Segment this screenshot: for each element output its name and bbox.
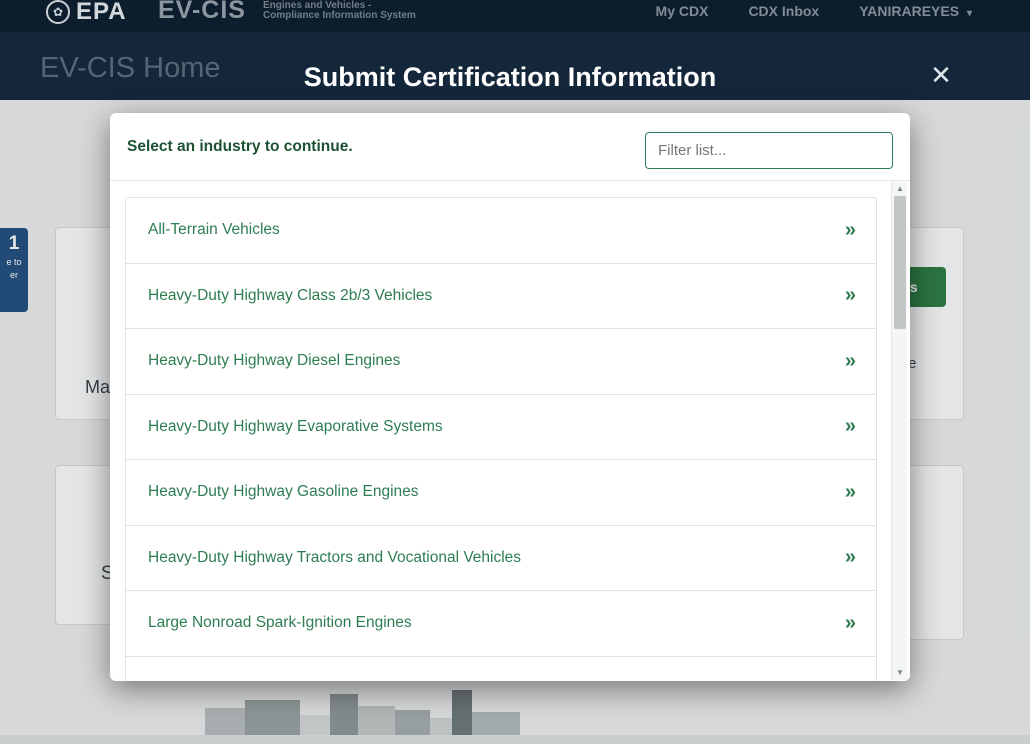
industry-label: Heavy-Duty Highway Tractors and Vocation…	[148, 548, 522, 566]
chevron-right-icon: »	[844, 284, 856, 307]
industry-list-item[interactable]: Heavy-Duty Highway Evaporative Systems »	[125, 393, 877, 460]
scroll-up-icon[interactable]: ▲	[892, 182, 908, 196]
submit-certification-modal: Select an industry to continue. All-Terr…	[110, 113, 910, 681]
industry-prompt: Select an industry to continue.	[127, 138, 353, 155]
industry-list: All-Terrain Vehicles » Heavy-Duty Highwa…	[110, 182, 910, 681]
industry-label: Heavy-Duty Highway Gasoline Engines	[148, 483, 419, 501]
close-icon[interactable]: ✕	[924, 58, 958, 92]
industry-label: Heavy-Duty Highway Class 2b/3 Vehicles	[148, 286, 433, 304]
screen: ✿ EPA EV-CIS Engines and Vehicles - Comp…	[0, 0, 1030, 744]
industry-label: Heavy-Duty Highway Diesel Engines	[148, 352, 401, 370]
industry-list-item[interactable]: Heavy-Duty Highway Gasoline Engines »	[125, 459, 877, 526]
industry-label: Large Nonroad Spark-Ignition Engines	[148, 614, 412, 632]
industry-list-item[interactable]: Large Nonroad Spark-Ignition Engines »	[125, 590, 877, 657]
chevron-right-icon: »	[844, 480, 856, 503]
industry-label: All-Terrain Vehicles	[148, 221, 280, 239]
chevron-right-icon: »	[844, 546, 856, 569]
scroll-down-icon[interactable]: ▼	[892, 666, 908, 680]
industry-list-item[interactable]: Heavy-Duty Highway Class 2b/3 Vehicles »	[125, 262, 877, 329]
industry-label: Heavy-Duty Highway Evaporative Systems	[148, 417, 443, 435]
industry-list-item-partial[interactable]	[125, 655, 877, 681]
scrollbar[interactable]: ▲ ▼	[891, 182, 907, 680]
industry-list-item[interactable]: Heavy-Duty Highway Tractors and Vocation…	[125, 524, 877, 591]
chevron-right-icon: »	[844, 611, 856, 634]
industry-list-item[interactable]: Heavy-Duty Highway Diesel Engines »	[125, 328, 877, 395]
chevron-right-icon: »	[844, 349, 856, 372]
scrollbar-thumb[interactable]	[894, 196, 906, 329]
chevron-right-icon: »	[844, 415, 856, 438]
industry-list-item[interactable]: All-Terrain Vehicles »	[125, 197, 877, 264]
modal-header: Select an industry to continue.	[110, 113, 910, 181]
filter-list-input[interactable]	[645, 132, 893, 169]
chevron-right-icon: »	[844, 218, 856, 241]
modal-title: Submit Certification Information	[303, 62, 717, 92]
